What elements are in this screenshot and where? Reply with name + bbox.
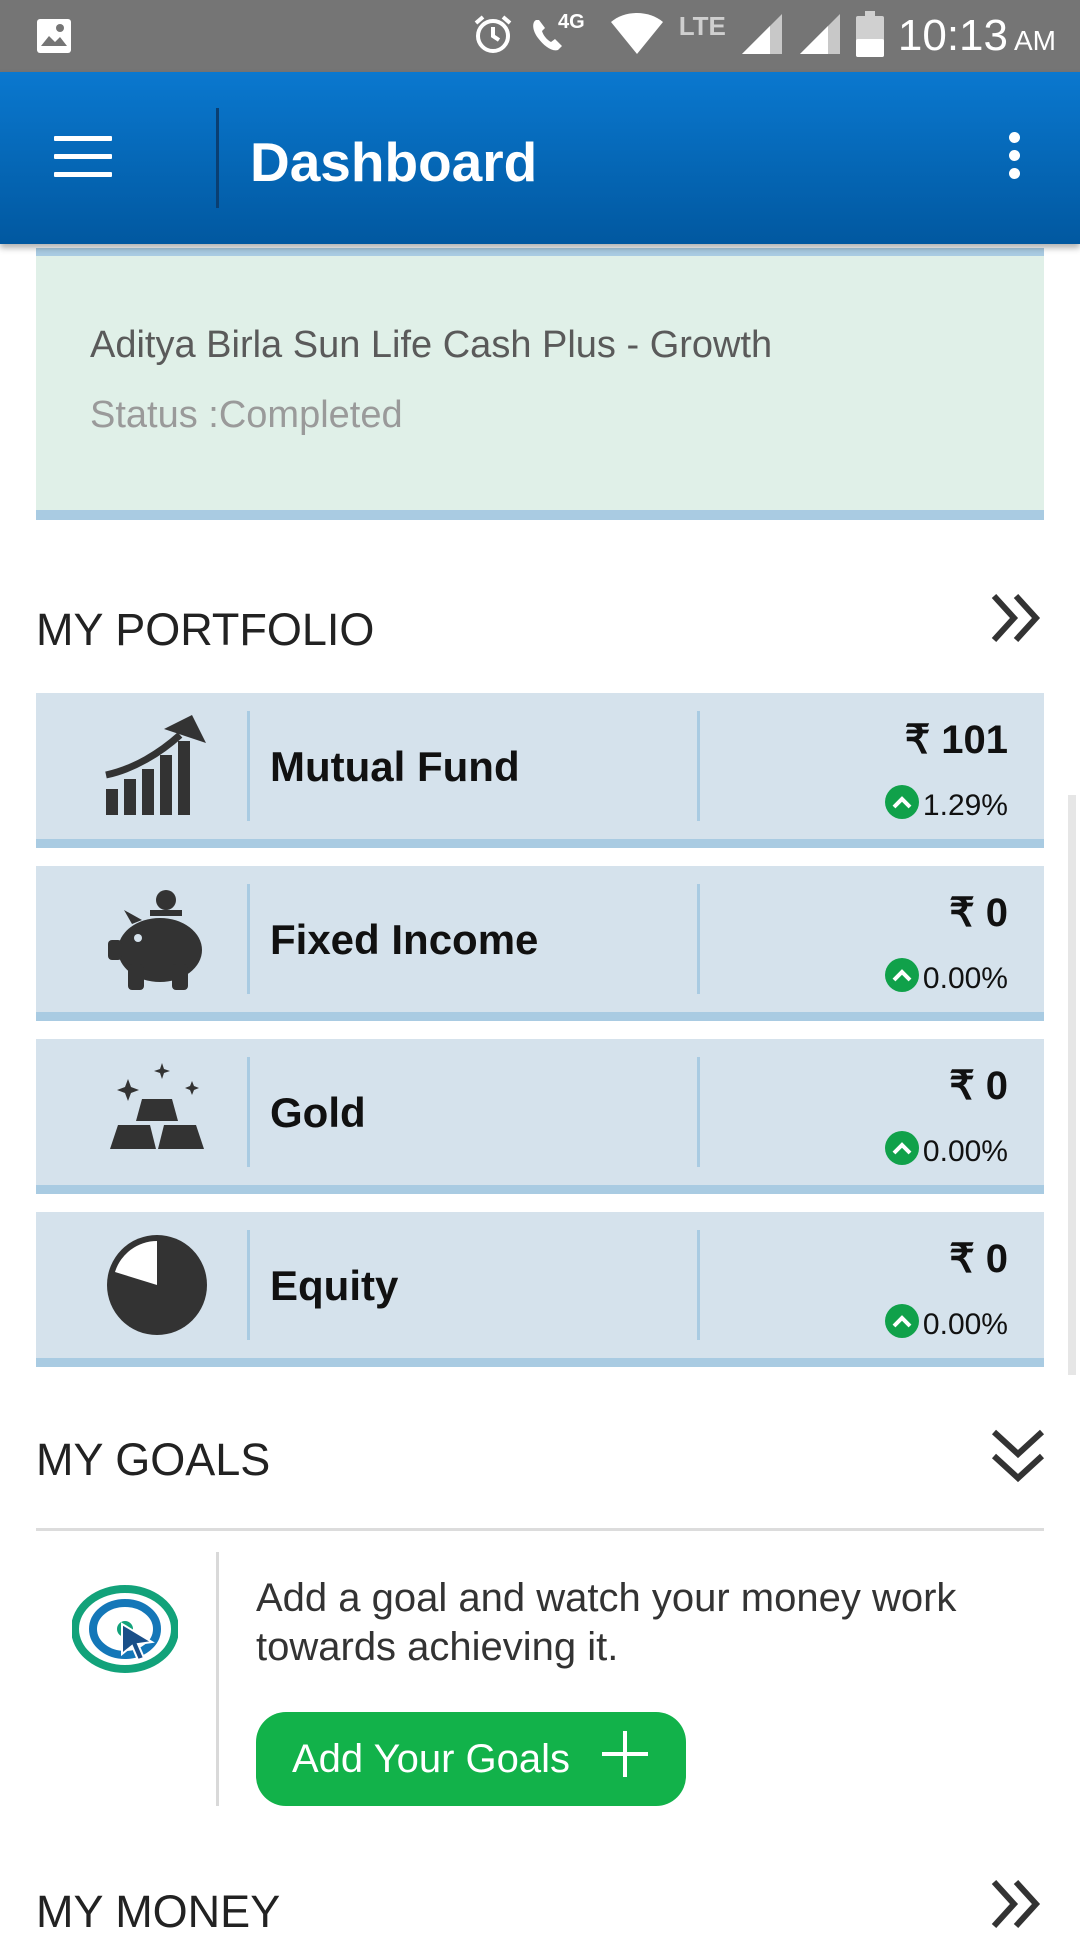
app-bar: Dashboard [0,72,1080,244]
trend-up-icon [884,1131,919,1165]
row-divider [247,884,250,994]
asset-change: 0.00% [884,1131,1008,1169]
lte-label: LTE [678,10,726,41]
fund-name: Aditya Birla Sun Life Cash Plus - Growth [90,324,773,366]
wifi-icon [609,12,665,61]
asset-label: Gold [270,1089,366,1136]
asset-amount: ₹ 0 [949,1237,1008,1281]
clock: 10:13 AM [898,11,1056,61]
row-divider [697,1057,700,1167]
portfolio-row-fixed-income[interactable]: Fixed Income ₹ 0 0.00% [36,866,1044,1021]
goal-target-icon [71,1584,179,1674]
signal-icon-2 [798,12,842,61]
asset-change-value: 1.29% [922,789,1008,822]
asset-change: 0.00% [884,958,1008,996]
trend-up-icon [884,958,919,992]
page-title: Dashboard [250,131,538,193]
row-divider [697,884,700,994]
asset-amount: ₹ 0 [949,891,1008,935]
portfolio-row-mutual-fund[interactable]: Mutual Fund ₹ 101 1.29% [36,693,1044,848]
more-options-icon[interactable] [1000,132,1028,188]
portfolio-row-equity[interactable]: Equity ₹ 0 0.00% [36,1212,1044,1367]
app-bar-divider [216,108,219,208]
transaction-status: Status :Completed [90,394,403,436]
add-your-goals-button[interactable]: Add Your Goals [256,1712,686,1806]
money-expand-double-chevron-right-icon[interactable] [990,1876,1046,1932]
asset-amount: ₹ 0 [949,1064,1008,1108]
asset-label: Mutual Fund [270,743,520,790]
hamburger-menu-icon[interactable] [54,136,112,180]
goals-section-title: MY GOALS [36,1434,271,1485]
asset-change: 0.00% [884,1304,1008,1342]
money-section-title: MY MONEY [36,1886,281,1937]
portfolio-section-title: MY PORTFOLIO [36,604,375,655]
network-4g-label: 4G [558,10,585,33]
clock-ampm: AM [1014,25,1056,56]
piggy-bank-icon [104,886,210,992]
asset-change-value: 0.00% [922,1308,1008,1341]
trend-up-icon [884,1304,919,1338]
alarm-icon [472,13,514,60]
growth-chart-icon [104,713,210,819]
asset-label: Fixed Income [270,916,539,963]
goals-description: Add a goal and watch your money work tow… [256,1576,957,1669]
asset-change-value: 0.00% [922,1135,1008,1168]
status-bar: 4G LTE 10:13 AM [0,0,1080,72]
row-divider [697,711,700,821]
row-divider [247,1230,250,1340]
battery-icon [855,10,884,62]
portfolio-expand-double-chevron-right-icon[interactable] [990,590,1046,646]
signal-icon-1 [740,12,784,61]
goals-vertical-divider [216,1552,219,1806]
goals-expand-double-chevron-down-icon[interactable] [990,1428,1046,1484]
row-divider [247,711,250,821]
plus-icon [600,1729,650,1789]
asset-amount: ₹ 101 [904,718,1008,762]
row-divider [247,1057,250,1167]
goals-divider [36,1528,1044,1531]
asset-change: 1.29% [884,785,1008,823]
gallery-notification-icon [36,18,72,59]
asset-change-value: 0.00% [922,962,1008,995]
row-divider [697,1230,700,1340]
portfolio-row-gold[interactable]: Gold ₹ 0 0.00% [36,1039,1044,1194]
gold-bars-icon [104,1059,210,1165]
pie-chart-icon [104,1232,210,1338]
call-4g-icon: 4G [528,11,595,56]
clock-time: 10:13 [897,11,1008,60]
transaction-status-card[interactable]: Aditya Birla Sun Life Cash Plus - Growth… [36,248,1044,520]
add-goals-label: Add Your Goals [292,1736,570,1781]
scrollbar[interactable] [1068,795,1076,1375]
asset-label: Equity [270,1262,399,1309]
trend-up-icon [884,785,919,819]
